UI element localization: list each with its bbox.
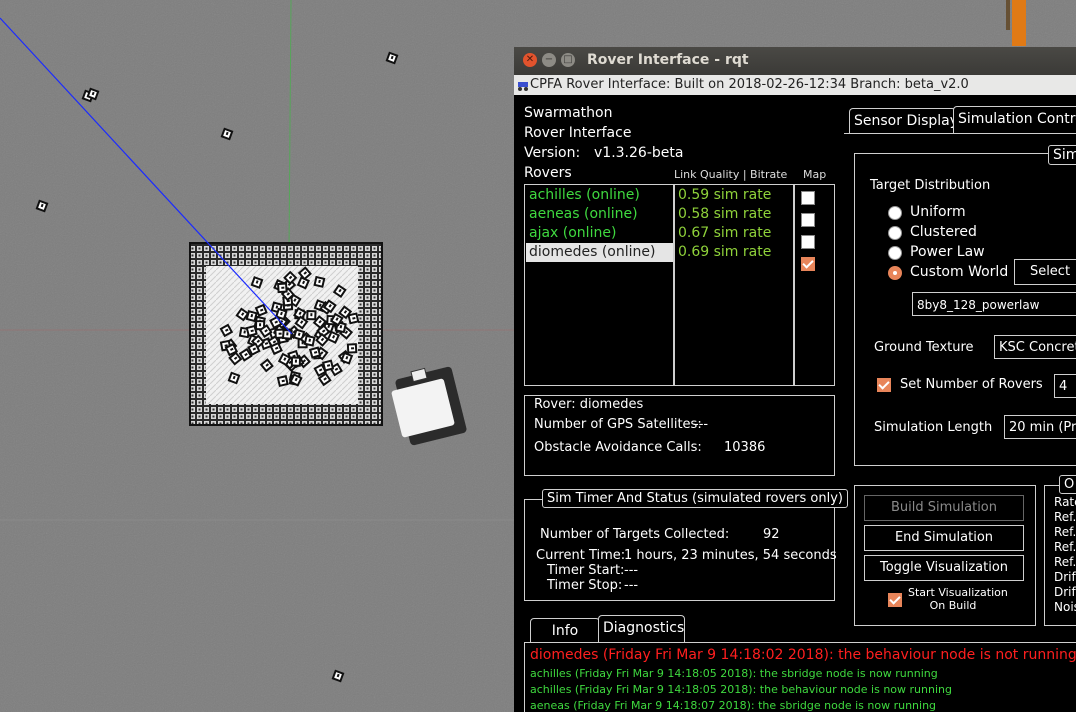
world-file-field[interactable]: 8by8_128_powerlaw [912, 292, 1076, 316]
param-label: Ref. [1054, 540, 1076, 554]
app-name: Swarmathon [524, 105, 613, 121]
diagnostics-log[interactable]: diomedes (Friday Fri Mar 9 14:18:02 2018… [524, 642, 1076, 712]
option-power-law: Power Law [910, 244, 985, 260]
tab-info[interactable]: Info [530, 618, 600, 643]
radio-uniform[interactable] [888, 206, 902, 220]
build-info-bar: CPFA Rover Interface: Built on 2018-02-2… [514, 75, 1076, 95]
rovers-label: Rovers [524, 165, 572, 181]
start-vis-label-1: Start Visualization [908, 586, 1008, 599]
radio-power-law[interactable] [888, 246, 902, 260]
maximize-icon[interactable]: □ [561, 53, 575, 67]
window-titlebar[interactable]: ✕ − □ Rover Interface - rqt [514, 47, 1076, 75]
version-value: v1.3.26-beta [594, 145, 684, 161]
ground-texture-select[interactable]: KSC Concrete [994, 335, 1076, 359]
gps-value: --- [694, 417, 709, 432]
ground-texture-label: Ground Texture [874, 340, 974, 355]
option-custom-world: Custom World [910, 264, 1009, 280]
rover-icon [518, 82, 528, 91]
rover-name: Rover: diomedes [534, 397, 644, 412]
log-line: achilles (Friday Fri Mar 9 14:18:05 2018… [530, 667, 938, 680]
tab-sensor-display[interactable]: Sensor Display [849, 108, 956, 133]
param-label: Ref. [1054, 555, 1076, 569]
end-simulation-button[interactable]: End Simulation [864, 525, 1024, 551]
map-checkbox[interactable] [801, 191, 815, 205]
rate-value: 0.69 sim rate [678, 244, 772, 260]
timer-start-label: Timer Start: [547, 563, 625, 578]
app-subtitle: Rover Interface [524, 125, 632, 141]
list-item[interactable]: aeneas (online) [526, 205, 673, 224]
rover-info-group: Rover: diomedes Number of GPS Satellites… [524, 395, 835, 476]
current-time-value: 1 hours, 23 minutes, 54 seconds [624, 548, 837, 563]
link-quality-list: 0.59 sim rate 0.58 sim rate 0.67 sim rat… [673, 184, 795, 386]
rate-value: 0.67 sim rate [678, 225, 772, 241]
map-header: Map [803, 168, 827, 181]
param-label: Rate [1054, 495, 1076, 509]
param-label: Ref. [1054, 525, 1076, 539]
rate-value: 0.59 sim rate [678, 187, 772, 203]
timer-stop-label: Timer Stop: [547, 578, 623, 593]
list-item-selected[interactable]: diomedes (online) [526, 243, 673, 262]
start-vis-checkbox[interactable] [888, 593, 902, 607]
map-checkbox[interactable] [801, 235, 815, 249]
set-rovers-checkbox[interactable] [877, 378, 891, 392]
rqt-window: ✕ − □ Rover Interface - rqt CPFA Rover I… [514, 47, 1076, 712]
rate-value: 0.58 sim rate [678, 206, 772, 222]
param-label: Nois [1054, 600, 1076, 614]
sim-group-title: Sim [1048, 145, 1076, 165]
tab-simulation-control[interactable]: Simulation Control [953, 106, 1076, 133]
log-line: achilles (Friday Fri Mar 9 14:18:05 2018… [530, 683, 952, 696]
parameters-group-title: O [1059, 475, 1076, 494]
timer-start-value: --- [624, 563, 639, 578]
start-vis-label-2: On Build [929, 599, 977, 612]
map-checkbox-list [793, 184, 835, 386]
target-distribution-label: Target Distribution [870, 178, 991, 193]
option-clustered: Clustered [910, 224, 977, 240]
tab-divider [844, 133, 1076, 134]
link-quality-header: Link Quality | Bitrate [674, 168, 788, 181]
map-checkbox[interactable] [801, 213, 815, 227]
obstacle-label: Obstacle Avoidance Calls: [534, 440, 702, 455]
list-item[interactable]: ajax (online) [526, 224, 673, 243]
targets-label: Number of Targets Collected: [540, 527, 730, 542]
version-label: Version: [524, 145, 581, 161]
timer-stop-value: --- [624, 578, 639, 593]
option-uniform: Uniform [910, 204, 966, 220]
rover-list[interactable]: achilles (online) aeneas (online) ajax (… [524, 184, 675, 386]
sim-timer-title: Sim Timer And Status (simulated rovers o… [542, 489, 848, 508]
param-label: Drif [1054, 585, 1076, 599]
param-label: Drif [1054, 570, 1076, 584]
select-world-button[interactable]: Select [1014, 259, 1076, 285]
radio-clustered[interactable] [888, 226, 902, 240]
build-simulation-button[interactable]: Build Simulation [864, 495, 1024, 521]
close-icon[interactable]: ✕ [523, 53, 537, 67]
sim-length-select[interactable]: 20 min (Pre [1004, 415, 1076, 439]
list-item[interactable]: achilles (online) [526, 186, 673, 205]
sim-timer-group: Number of Targets Collected: 92 Current … [524, 499, 837, 601]
tab-diagnostics[interactable]: Diagnostics [598, 615, 685, 643]
param-label: Ref. [1054, 510, 1076, 524]
set-rovers-label: Set Number of Rovers [900, 377, 1043, 392]
toggle-visualization-button[interactable]: Toggle Visualization [864, 555, 1024, 581]
window-title: Rover Interface - rqt [587, 52, 749, 68]
orange-pole [1012, 0, 1026, 46]
num-rovers-spinbox[interactable]: 4 [1054, 374, 1076, 398]
targets-value: 92 [763, 527, 780, 542]
radio-custom-world[interactable] [888, 266, 902, 280]
log-line: aeneas (Friday Fri Mar 9 14:18:07 2018):… [530, 699, 937, 712]
map-checkbox[interactable] [801, 257, 815, 271]
obstacle-value: 10386 [724, 440, 766, 455]
minimize-icon[interactable]: − [542, 53, 556, 67]
build-info-text: CPFA Rover Interface: Built on 2018-02-2… [530, 77, 969, 92]
sim-length-label: Simulation Length [874, 420, 993, 435]
gps-label: Number of GPS Satellites: [534, 417, 702, 432]
current-time-label: Current Time: [536, 548, 626, 563]
log-line-error: diomedes (Friday Fri Mar 9 14:18:02 2018… [530, 647, 1076, 663]
